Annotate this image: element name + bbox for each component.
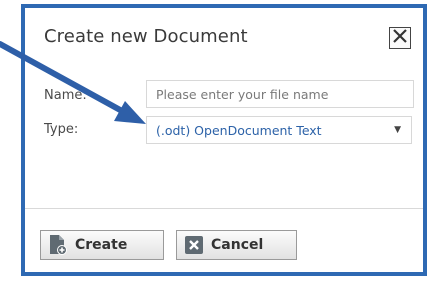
footer-divider xyxy=(25,208,423,209)
type-selected-value: (.odt) OpenDocument Text xyxy=(156,122,322,138)
cancel-button-label: Cancel xyxy=(211,237,264,253)
close-icon xyxy=(392,28,408,48)
type-label: Type: xyxy=(44,122,79,137)
create-button-label: Create xyxy=(75,237,128,253)
create-document-dialog: Create new Document Name: Type: (.odt) O… xyxy=(21,4,427,276)
create-button[interactable]: Create xyxy=(40,230,164,260)
cancel-button[interactable]: Cancel xyxy=(176,230,297,260)
document-type-select[interactable]: (.odt) OpenDocument Text ▼ xyxy=(146,116,412,144)
file-name-input[interactable] xyxy=(146,80,414,108)
dialog-title: Create new Document xyxy=(44,26,248,47)
close-button[interactable] xyxy=(389,27,411,49)
document-add-icon xyxy=(49,235,67,255)
chevron-down-icon: ▼ xyxy=(394,125,401,135)
name-label: Name: xyxy=(44,88,87,103)
cancel-x-icon xyxy=(185,236,203,254)
